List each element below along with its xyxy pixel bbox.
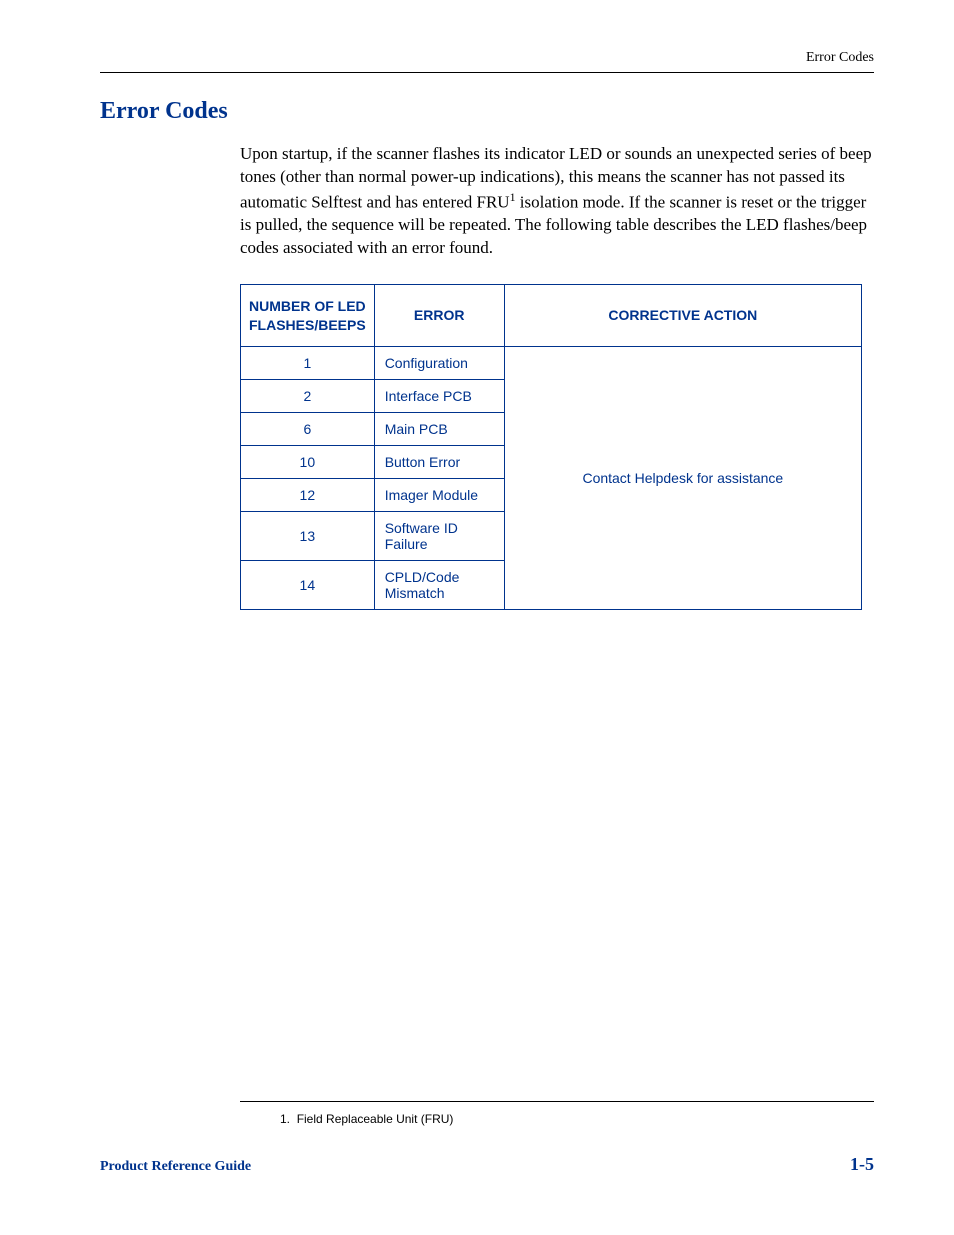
footer-doc-title: Product Reference Guide [100,1159,251,1175]
cell-action: Contact Helpdesk for assistance [504,346,861,609]
cell-error: Button Error [374,445,504,478]
table-header-row: NUMBER OF LED FLASHES/BEEPS ERROR CORREC… [241,285,862,346]
error-codes-table: NUMBER OF LED FLASHES/BEEPS ERROR CORREC… [240,284,862,609]
cell-error: Imager Module [374,478,504,511]
footnote-1: 1. Field Replaceable Unit (FRU) [280,1112,874,1126]
page-bottom: 1. Field Replaceable Unit (FRU) Product … [100,1101,874,1175]
cell-error: Software ID Failure [374,511,504,560]
header-col-flashes: NUMBER OF LED FLASHES/BEEPS [241,285,375,346]
footnote-text: Field Replaceable Unit (FRU) [297,1112,454,1126]
cell-error: Main PCB [374,412,504,445]
header-col-action: CORRECTIVE ACTION [504,285,861,346]
cell-num: 12 [241,478,375,511]
header-col-error: ERROR [374,285,504,346]
running-head: Error Codes [100,50,874,66]
cell-error: Configuration [374,346,504,379]
cell-num: 6 [241,412,375,445]
cell-num: 13 [241,511,375,560]
cell-error: CPLD/Code Mismatch [374,560,504,609]
table-row: 1 Configuration Contact Helpdesk for ass… [241,346,862,379]
cell-error: Interface PCB [374,379,504,412]
cell-num: 14 [241,560,375,609]
footnote-marker: 1. [280,1112,290,1126]
cell-num: 2 [241,379,375,412]
cell-num: 1 [241,346,375,379]
page-footer: Product Reference Guide 1-5 [100,1154,874,1175]
section-title: Error Codes [100,98,874,125]
footer-page-number: 1-5 [850,1154,874,1175]
footnote-rule [240,1101,874,1102]
cell-num: 10 [241,445,375,478]
intro-paragraph: Upon startup, if the scanner flashes its… [240,143,874,260]
header-rule [100,72,874,73]
